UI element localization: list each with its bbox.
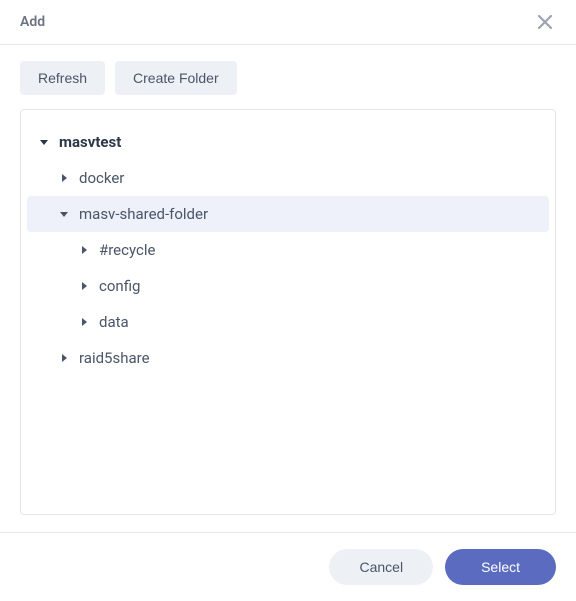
caret-right-icon[interactable]: [57, 351, 71, 365]
caret-down-icon[interactable]: [57, 207, 71, 221]
tree-node-label: masv-shared-folder: [79, 205, 208, 223]
select-button[interactable]: Select: [445, 549, 556, 585]
create-folder-button[interactable]: Create Folder: [115, 61, 237, 95]
toolbar: Refresh Create Folder: [0, 45, 576, 109]
folder-tree[interactable]: masvtest docker masv-shared-folder #recycle…: [20, 109, 556, 515]
dialog-title: Add: [20, 14, 45, 30]
tree-node[interactable]: masvtest: [27, 124, 549, 160]
tree-node-label: data: [99, 313, 129, 331]
tree-node[interactable]: raid5share: [27, 340, 549, 376]
caret-right-icon[interactable]: [77, 279, 91, 293]
tree-node-label: raid5share: [79, 349, 150, 367]
tree-node-label: #recycle: [99, 241, 155, 259]
cancel-button[interactable]: Cancel: [329, 549, 433, 585]
caret-down-icon[interactable]: [37, 135, 51, 149]
tree-node-label: masvtest: [59, 133, 121, 151]
tree-node-label: config: [99, 277, 140, 295]
dialog-footer: Cancel Select: [0, 532, 576, 601]
tree-node[interactable]: data: [27, 304, 549, 340]
tree-node[interactable]: docker: [27, 160, 549, 196]
refresh-button[interactable]: Refresh: [20, 61, 105, 95]
dialog-header: Add: [0, 0, 576, 45]
tree-node[interactable]: config: [27, 268, 549, 304]
caret-right-icon[interactable]: [77, 243, 91, 257]
caret-right-icon[interactable]: [77, 315, 91, 329]
tree-node[interactable]: #recycle: [27, 232, 549, 268]
tree-node-label: docker: [79, 169, 124, 187]
close-icon[interactable]: [534, 12, 556, 32]
caret-right-icon[interactable]: [57, 171, 71, 185]
tree-node[interactable]: masv-shared-folder: [27, 196, 549, 232]
